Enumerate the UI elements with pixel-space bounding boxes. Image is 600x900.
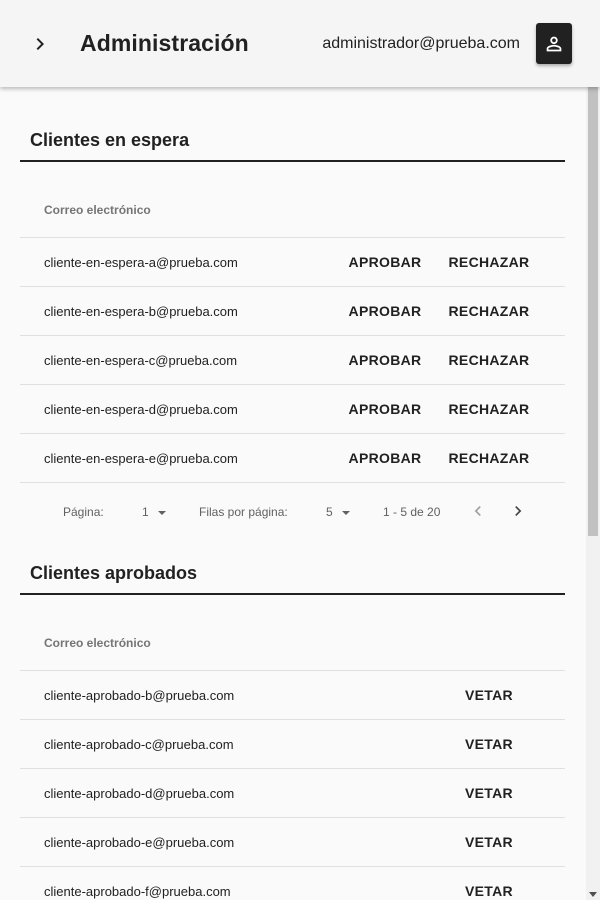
approve-button[interactable]: APROBAR — [342, 296, 428, 326]
page-select[interactable]: 1 — [142, 505, 166, 519]
approve-button[interactable]: APROBAR — [342, 394, 428, 424]
row-email: cliente-aprobado-e@prueba.com — [44, 835, 235, 850]
chevron-right-icon — [36, 38, 44, 50]
next-page-button[interactable] — [505, 497, 531, 525]
caret-down-icon — [157, 510, 166, 515]
approve-button[interactable]: APROBAR — [342, 247, 428, 277]
app-toolbar: Administración administrador@prueba.com — [0, 0, 600, 87]
table-row: cliente-en-espera-d@prueba.com APROBAR R… — [20, 385, 565, 434]
table-row: cliente-aprobado-c@prueba.com VETAR — [20, 720, 565, 769]
veto-button[interactable]: VETAR — [452, 827, 526, 857]
table-header: Correo electrónico — [20, 162, 565, 238]
row-email: cliente-en-espera-d@prueba.com — [44, 402, 238, 417]
row-email: cliente-aprobado-f@prueba.com — [44, 884, 231, 899]
row-email: cliente-en-espera-b@prueba.com — [44, 304, 238, 319]
approved-title-text: Clientes aprobados — [30, 563, 198, 583]
table-row: cliente-aprobado-f@prueba.com VETAR — [20, 867, 565, 900]
scrollbar-thumb[interactable] — [588, 87, 598, 536]
row-email: cliente-en-espera-a@prueba.com — [44, 255, 238, 270]
reject-button[interactable]: RECHAZAR — [444, 247, 534, 277]
chevron-left-icon — [474, 506, 481, 516]
table-row: cliente-aprobado-e@prueba.com VETAR — [20, 818, 565, 867]
approved-section-title: Clientes aprobados — [20, 555, 565, 595]
pending-clients-table: Correo electrónico cliente-en-espera-a@p… — [20, 162, 565, 539]
person-icon — [546, 36, 562, 51]
reject-button[interactable]: RECHAZAR — [444, 296, 534, 326]
chevron-right-icon — [515, 506, 522, 516]
approve-button[interactable]: APROBAR — [342, 345, 428, 375]
table-row: cliente-en-espera-e@prueba.com APROBAR R… — [20, 434, 565, 483]
rows-per-page-label: Filas por página: — [199, 505, 288, 519]
veto-button[interactable]: VETAR — [452, 729, 526, 759]
table-row: cliente-aprobado-b@prueba.com VETAR — [20, 671, 565, 720]
column-header-email: Correo electrónico — [44, 203, 151, 217]
caret-down-icon — [341, 510, 350, 515]
table-row: cliente-aprobado-d@prueba.com VETAR — [20, 769, 565, 818]
approved-clients-table: Correo electrónico cliente-aprobado-b@pr… — [20, 595, 565, 900]
column-header-email: Correo electrónico — [44, 636, 151, 650]
paginator: Página: 1 Filas por página: 5 1 - 5 de 2… — [20, 483, 565, 539]
reject-button[interactable]: RECHAZAR — [444, 345, 534, 375]
reject-button[interactable]: RECHAZAR — [444, 443, 534, 473]
page-title: Administración — [80, 30, 249, 56]
row-email: cliente-en-espera-c@prueba.com — [44, 353, 238, 368]
page-label: Página: — [63, 505, 104, 519]
pending-section-title: Clientes en espera — [20, 122, 565, 162]
user-account-button[interactable] — [536, 23, 572, 64]
veto-button[interactable]: VETAR — [452, 680, 526, 710]
page-select-value: 1 — [142, 505, 149, 519]
pending-title-text: Clientes en espera — [30, 130, 190, 150]
table-row: cliente-en-espera-b@prueba.com APROBAR R… — [20, 287, 565, 336]
table-row: cliente-en-espera-c@prueba.com APROBAR R… — [20, 336, 565, 385]
user-email: administrador@prueba.com — [322, 35, 520, 52]
main-content: Clientes en espera Correo electrónico cl… — [0, 87, 586, 900]
row-email: cliente-aprobado-c@prueba.com — [44, 737, 234, 752]
reject-button[interactable]: RECHAZAR — [444, 394, 534, 424]
menu-toggle-button[interactable] — [24, 28, 56, 60]
page-range: 1 - 5 de 20 — [383, 505, 441, 519]
row-email: cliente-en-espera-e@prueba.com — [44, 451, 238, 466]
table-header: Correo electrónico — [20, 595, 565, 671]
approve-button[interactable]: APROBAR — [342, 443, 428, 473]
rows-per-page-value: 5 — [326, 505, 333, 519]
veto-button[interactable]: VETAR — [452, 778, 526, 808]
row-email: cliente-aprobado-b@prueba.com — [44, 688, 235, 703]
veto-button[interactable]: VETAR — [452, 876, 526, 900]
table-row: cliente-en-espera-a@prueba.com APROBAR R… — [20, 238, 565, 287]
rows-per-page-select[interactable]: 5 — [326, 505, 350, 519]
previous-page-button[interactable] — [465, 497, 491, 525]
vertical-scrollbar[interactable] — [586, 87, 600, 900]
row-email: cliente-aprobado-d@prueba.com — [44, 786, 235, 801]
scroll-down-arrow-icon[interactable] — [589, 892, 597, 897]
